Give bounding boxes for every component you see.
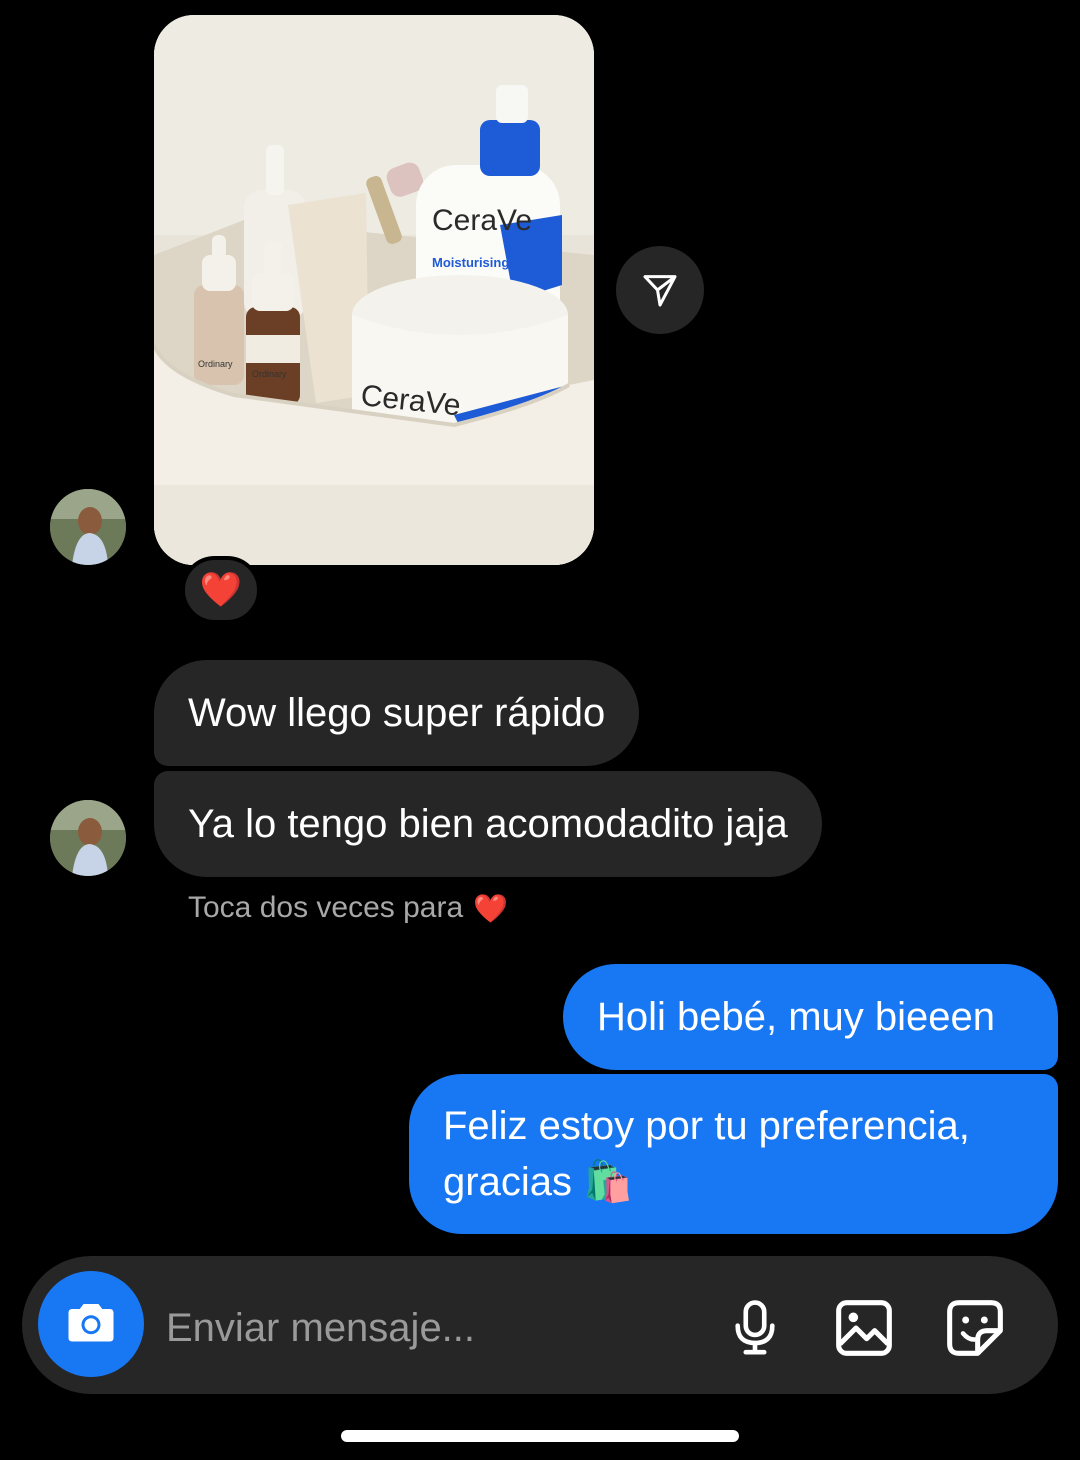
- gallery-button[interactable]: [829, 1293, 899, 1363]
- message-text: Holi bebé, muy bieeen: [597, 995, 996, 1039]
- sticker-button[interactable]: [940, 1293, 1010, 1363]
- camera-icon: [68, 1304, 114, 1342]
- message-text: Wow llego super rápido: [188, 691, 606, 735]
- gallery-icon: [836, 1300, 892, 1356]
- message-bubble-incoming[interactable]: Ya lo tengo bien acomodadito jaja: [154, 771, 822, 877]
- hint-text: Toca dos veces para: [188, 891, 464, 924]
- message-bubble-incoming[interactable]: Wow llego super rápido: [154, 660, 640, 766]
- camera-button[interactable]: [38, 1271, 144, 1377]
- avatar[interactable]: [50, 489, 126, 565]
- home-indicator[interactable]: [341, 1430, 739, 1442]
- brand-text: Ordinary: [198, 359, 233, 369]
- heart-icon: ❤️: [199, 571, 243, 609]
- voice-message-button[interactable]: [720, 1293, 790, 1363]
- double-tap-hint: Toca dos veces para ❤️: [188, 891, 508, 925]
- send-icon: [643, 275, 677, 307]
- message-text: Ya lo tengo bien acomodadito jaja: [188, 802, 788, 846]
- microphone-icon: [735, 1300, 775, 1355]
- reaction-badge[interactable]: ❤️: [181, 556, 261, 624]
- message-bubble-outgoing[interactable]: Holi bebé, muy bieeen: [563, 964, 1058, 1070]
- brand-text: Moisturising: [432, 255, 509, 270]
- skincare-photo: CeraVe Moisturising CeraVe Ordinary Ordi…: [154, 15, 594, 565]
- avatar[interactable]: [50, 800, 126, 876]
- photo-message[interactable]: CeraVe Moisturising CeraVe Ordinary Ordi…: [154, 15, 594, 565]
- message-input[interactable]: [166, 1298, 686, 1358]
- avatar-image: [50, 800, 126, 876]
- avatar-image: [50, 489, 126, 565]
- brand-text: Ordinary: [252, 369, 287, 379]
- message-bubble-outgoing[interactable]: Feliz estoy por tu preferencia, gracias …: [409, 1074, 1058, 1234]
- brand-text: CeraVe: [432, 204, 532, 237]
- sticker-icon: [947, 1300, 1003, 1356]
- message-text: Feliz estoy por tu preferencia, gracias …: [443, 1104, 970, 1204]
- heart-icon: ❤️: [473, 892, 509, 924]
- share-button[interactable]: [616, 246, 704, 334]
